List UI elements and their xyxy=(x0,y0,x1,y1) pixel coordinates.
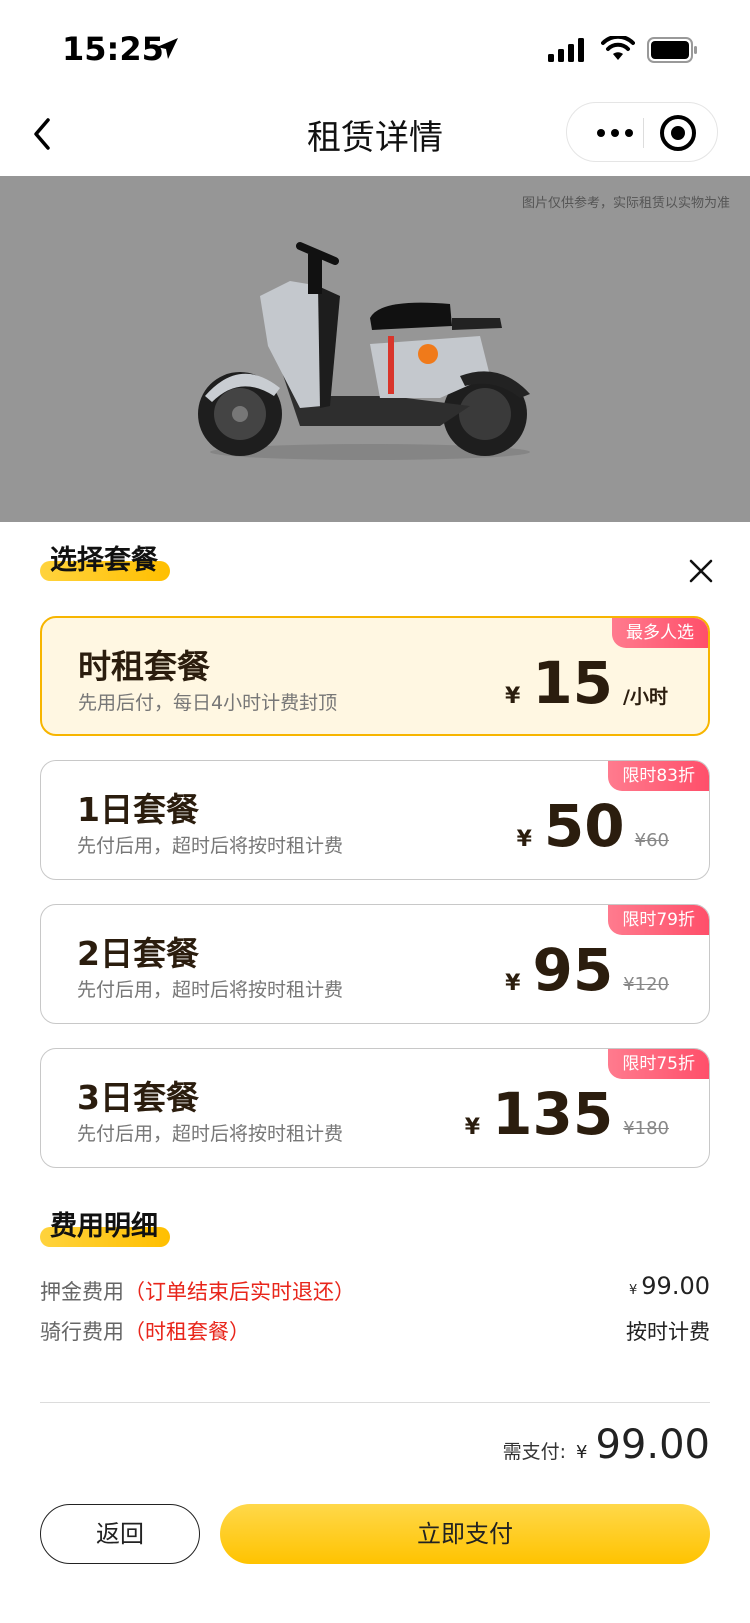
plan-desc: 先付后用，超时后将按时租计费 xyxy=(77,835,344,857)
price-amount: 95 xyxy=(532,936,614,1004)
plan-desc: 先付后用，超时后将按时租计费 xyxy=(77,979,344,1001)
pay-now-button[interactable]: 立即支付 xyxy=(220,1504,710,1564)
currency-symbol: ¥ xyxy=(464,1115,481,1140)
original-price: ¥60 xyxy=(634,830,669,851)
price-unit: /小时 xyxy=(623,686,668,708)
image-disclaimer: 图片仅供参考，实际租赁以实物为准 xyxy=(521,196,730,211)
plans-section-title: 选择套餐 xyxy=(40,538,170,581)
status-time: 15:25 xyxy=(62,30,164,68)
total-value: 99.00 xyxy=(595,1422,710,1468)
total-amount: 需支付: ¥ 99.00 xyxy=(503,1422,710,1482)
fee-note: （时租套餐） xyxy=(124,1320,250,1344)
plan-price: ¥ 50 ¥60 xyxy=(517,791,669,861)
fee-label: 押金费用（订单结束后实时退还） xyxy=(40,1280,355,1304)
fee-note: （订单结束后实时退还） xyxy=(124,1280,355,1304)
divider xyxy=(40,1402,710,1403)
currency-symbol: ¥ xyxy=(516,827,532,852)
fee-value: ¥99.00 xyxy=(629,1272,710,1300)
signal-icon xyxy=(548,38,584,62)
wifi-icon xyxy=(601,36,635,60)
status-bar: 15:25 xyxy=(0,0,750,96)
plan-price: ¥ 135 ¥180 xyxy=(465,1079,669,1149)
fee-label: 骑行费用（时租套餐） xyxy=(40,1320,250,1344)
original-price: ¥180 xyxy=(623,1118,669,1139)
plan-card-2day[interactable]: 限时79折 2日套餐 先付后用，超时后将按时租计费 ¥ 95 ¥120 xyxy=(40,904,710,1024)
plan-badge: 限时83折 xyxy=(608,761,709,791)
price-amount: 135 xyxy=(492,1080,614,1148)
capsule-divider xyxy=(643,118,644,148)
plan-card-1day[interactable]: 限时83折 1日套餐 先付后用，超时后将按时租计费 ¥ 50 ¥60 xyxy=(40,760,710,880)
more-icon[interactable] xyxy=(587,103,643,163)
total-label: 需支付: xyxy=(502,1441,567,1463)
back-button[interactable]: 返回 xyxy=(40,1504,200,1564)
plan-badge: 最多人选 xyxy=(612,618,708,648)
battery-icon xyxy=(647,37,697,63)
fees-section-title: 费用明细 xyxy=(40,1204,170,1247)
plan-name: 3日套餐 xyxy=(77,1078,199,1117)
plan-price: ¥ 95 ¥120 xyxy=(505,935,669,1005)
price-amount: 15 xyxy=(532,649,614,717)
original-price: ¥120 xyxy=(623,974,669,995)
fee-value: 按时计费 xyxy=(626,1320,710,1344)
close-icon[interactable] xyxy=(688,558,714,584)
plan-badge: 限时75折 xyxy=(608,1049,709,1079)
nav-bar: 租赁详情 xyxy=(0,96,750,176)
miniprogram-capsule xyxy=(566,102,718,162)
product-image: 图片仅供参考，实际租赁以实物为准 xyxy=(0,176,750,522)
fee-row-riding: 骑行费用（时租套餐） 按时计费 xyxy=(40,1312,710,1348)
plan-card-hourly[interactable]: 最多人选 时租套餐 先用后付，每日4小时计费封顶 ¥ 15 /小时 xyxy=(40,616,710,736)
plan-badge: 限时79折 xyxy=(608,905,709,935)
total-currency: ¥ xyxy=(576,1442,588,1463)
plan-desc: 先用后付，每日4小时计费封顶 xyxy=(78,692,338,714)
fee-row-deposit: 押金费用（订单结束后实时退还） ¥99.00 xyxy=(40,1272,710,1308)
plan-name: 2日套餐 xyxy=(77,934,199,973)
location-arrow-icon xyxy=(157,38,178,59)
plan-desc: 先付后用，超时后将按时租计费 xyxy=(77,1123,344,1145)
price-amount: 50 xyxy=(543,792,625,860)
currency-symbol: ¥ xyxy=(505,971,521,996)
plan-sheet: 选择套餐 最多人选 时租套餐 先用后付，每日4小时计费封顶 ¥ 15 /小时 限… xyxy=(0,522,750,1623)
plan-name: 时租套餐 xyxy=(78,647,210,686)
plan-name: 1日套餐 xyxy=(77,790,199,829)
plan-card-3day[interactable]: 限时75折 3日套餐 先付后用，超时后将按时租计费 ¥ 135 ¥180 xyxy=(40,1048,710,1168)
plan-price: ¥ 15 /小时 xyxy=(505,648,668,718)
scooter-illustration xyxy=(198,242,530,460)
target-icon[interactable] xyxy=(660,115,696,151)
currency-symbol: ¥ xyxy=(505,684,521,709)
